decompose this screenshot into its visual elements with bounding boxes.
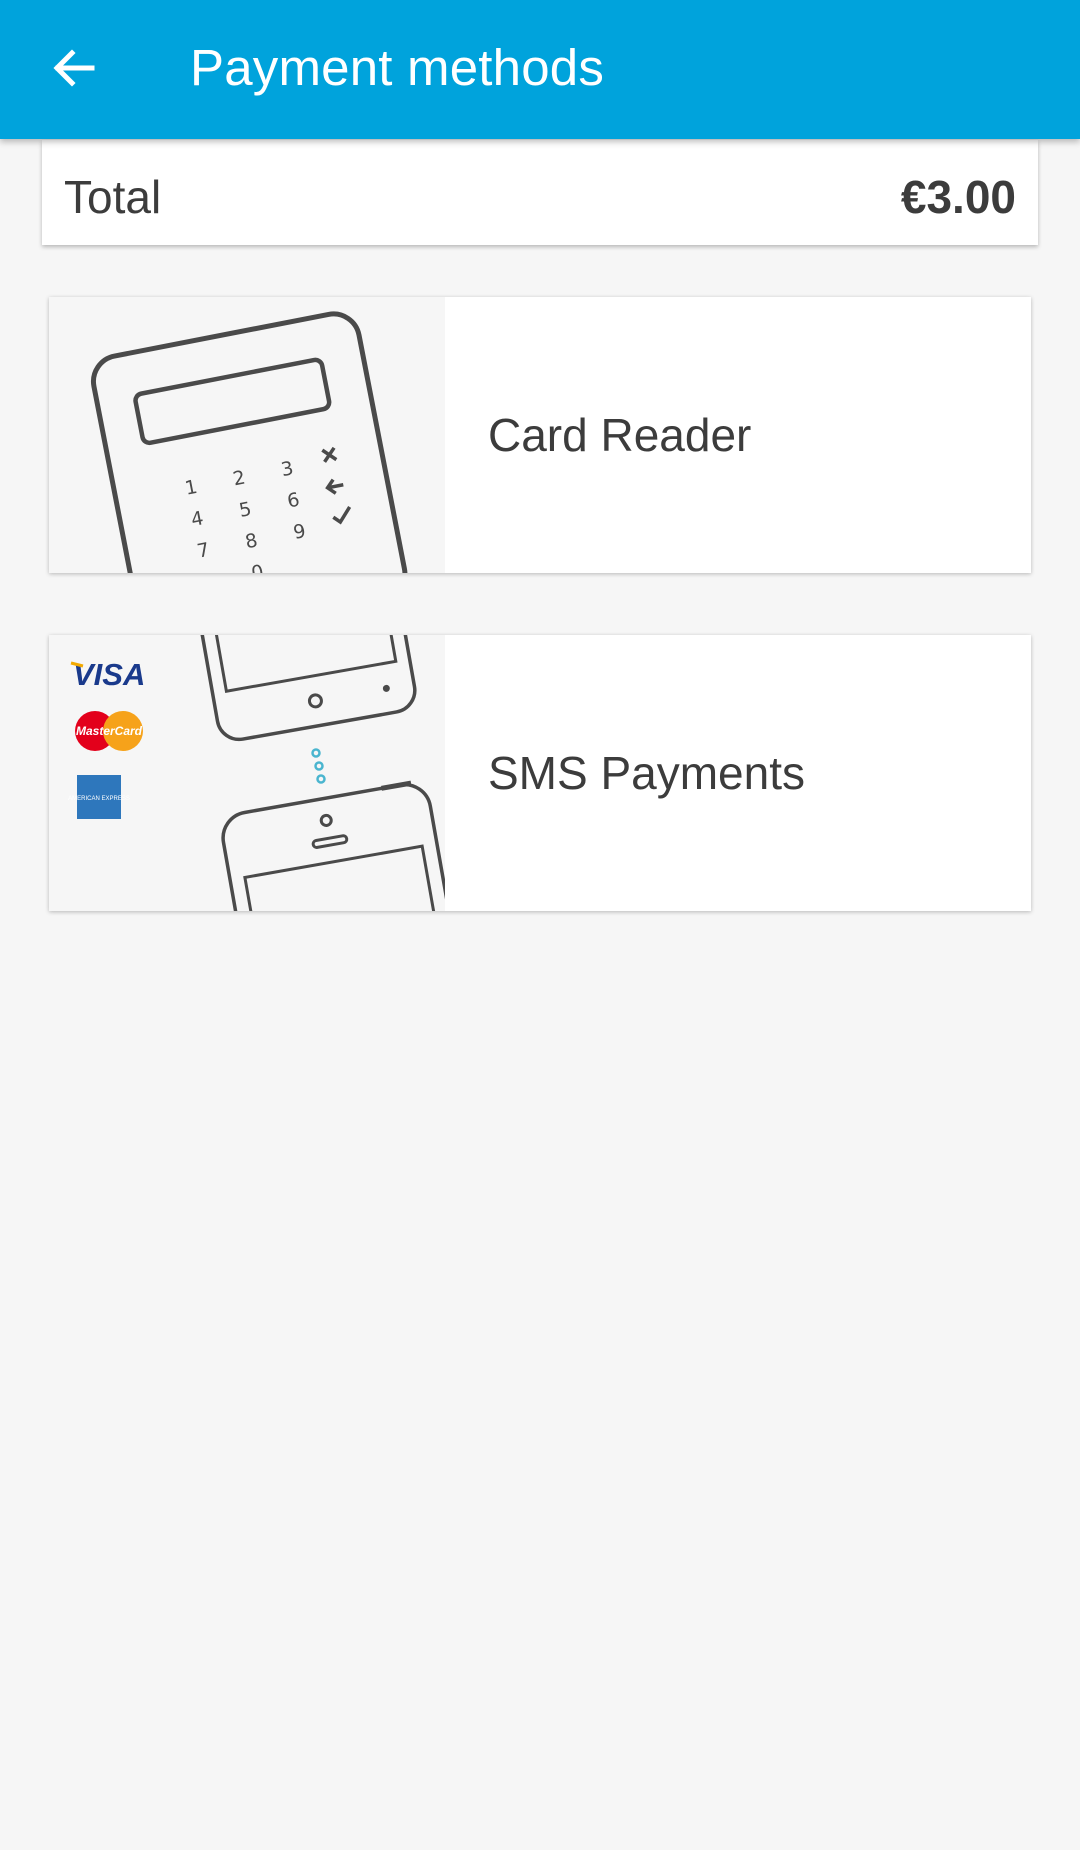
svg-text:MasterCard: MasterCard [76,724,143,738]
keypad-key-0: 0 [250,561,266,573]
keypad-key-1: 1 [183,476,199,500]
total-label: Total [64,171,162,223]
card-reader-illustration: 1 2 3 4 5 6 7 8 9 0 [49,297,445,573]
visa-logo: VISA [73,657,145,692]
keypad-key-4: 4 [189,507,205,531]
keypad-key-8: 8 [243,529,259,553]
back-button[interactable] [32,26,116,110]
method-label-card-reader: Card Reader [488,409,752,461]
mastercard-logo: MasterCard [75,711,143,751]
method-label-sms-payments: SMS Payments [488,747,805,799]
keypad-key-7: 7 [195,539,211,563]
keypad-key-3: 3 [279,457,295,481]
backspace-key-icon [325,478,344,495]
payment-method-sms[interactable]: VISA MasterCard AMERICAN EXPRESS SMS Pay… [49,635,1031,911]
app-bar: Payment methods [0,0,1080,139]
keypad-key-6: 6 [285,489,301,513]
svg-text:AMERICAN EXPRESS: AMERICAN EXPRESS [68,796,130,802]
total-amount: €3.00 [900,171,1016,223]
sms-payment-illustration: VISA MasterCard AMERICAN EXPRESS [49,635,445,911]
transmission-dots [311,748,326,784]
keypad-key-5: 5 [237,498,253,522]
confirm-key-icon [332,506,352,525]
payment-method-card-reader[interactable]: 1 2 3 4 5 6 7 8 9 0 Card Reader [49,297,1031,573]
cancel-key-icon [321,446,338,463]
page-title: Payment methods [190,39,605,96]
keypad-key-9: 9 [292,520,308,544]
total-summary: Total €3.00 [42,140,1038,245]
amex-logo: AMERICAN EXPRESS [68,775,130,819]
keypad-key-2: 2 [231,467,247,491]
arrow-left-icon [50,44,98,92]
